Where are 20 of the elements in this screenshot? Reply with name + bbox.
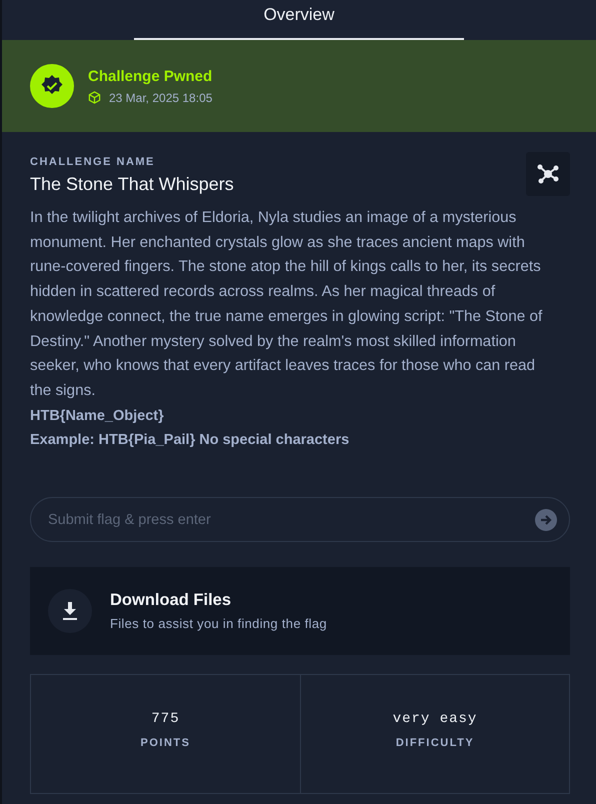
section-caption: CHALLENGE NAME [30, 156, 156, 168]
download-icon [61, 601, 79, 622]
stat-value: very easy [392, 711, 478, 728]
stat-value: 775 [151, 711, 180, 728]
status-title: Challenge Pwned [88, 68, 212, 84]
download-subtitle: Files to assist you in finding the flag [110, 616, 327, 632]
flag-format-note: HTB{Name_Object} [30, 406, 165, 426]
network-icon [536, 162, 560, 186]
flag-input[interactable]: Submit flag & press enter [30, 497, 570, 542]
stat-label: POINTS [140, 737, 190, 750]
cube-icon [88, 91, 101, 104]
network-button[interactable] [526, 152, 570, 196]
challenge-name: The Stone That Whispers [30, 174, 234, 195]
badge-check-icon [30, 64, 74, 108]
challenge-description: In the twilight archives of Eldoria, Nyla studies an image of a mysterious monument. Her enchanted crystals glow as she traces ancient maps with rune-covered fingers. The stone atop the hill of kings calls to her, its secrets hidden in scattered records across realms. As her magical threads of knowledge connect, the true name emerges in glowing script: "The Stone of Destiny." Another mystery solved by the realm's most skilled information seeker, who knows that every artifact leaves traces for those who can read the signs. [30, 208, 544, 401]
download-card[interactable]: Download Files Files to assist you in finding the flag [30, 567, 570, 656]
stat-label: DIFFICULTY [396, 737, 474, 750]
download-title: Download Files [110, 591, 232, 610]
pwned-date: 23 Mar, 2025 18:05 [109, 90, 212, 104]
flag-format-note: Example: HTB{Pia_Pail} No special characters [30, 431, 350, 450]
